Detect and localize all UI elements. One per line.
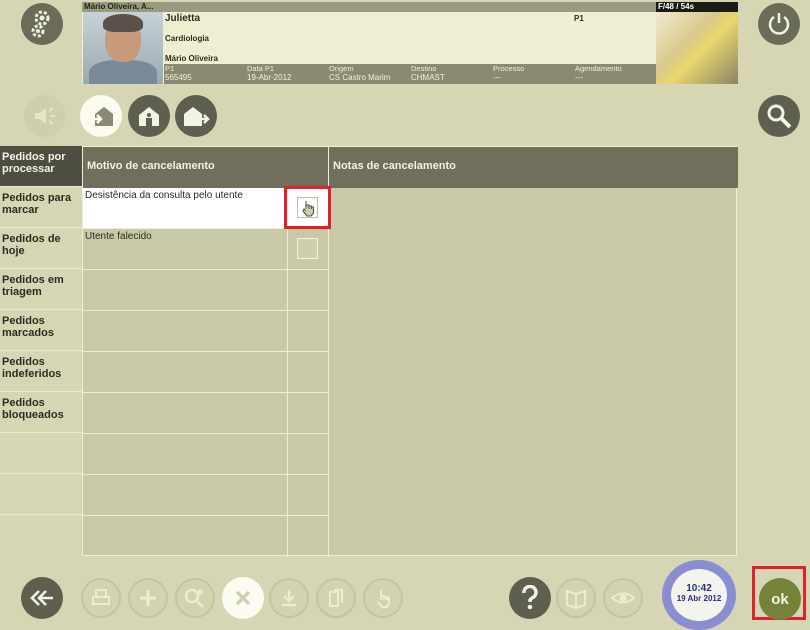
sidebar-item-today[interactable]: Pedidos de hoje xyxy=(0,228,82,269)
sidebar-item-rejected[interactable]: Pedidos indeferidos xyxy=(0,351,82,392)
cancellation-panel: Motivo de cancelamento Notas de cancelam… xyxy=(82,146,738,557)
sidebar-empty xyxy=(0,515,82,556)
p1-label: P1 xyxy=(574,14,584,23)
info-process: Processo --- xyxy=(493,64,525,82)
close-icon xyxy=(235,590,251,606)
empty-row xyxy=(83,311,328,352)
download-button[interactable] xyxy=(269,578,309,618)
header-top-name: Mário Oliveira, A... xyxy=(84,2,154,11)
zoom-in-button[interactable] xyxy=(175,578,215,618)
timer-label: F/48 / 54s xyxy=(656,2,738,12)
question-icon xyxy=(522,585,538,610)
house-entry-icon xyxy=(89,107,113,126)
doctor-name: Mário Oliveira xyxy=(165,54,218,63)
plus-icon xyxy=(140,590,156,606)
patient-photo xyxy=(83,12,163,84)
copy-icon xyxy=(329,589,343,607)
sidebar-empty xyxy=(0,474,82,515)
hand-pointer-icon xyxy=(377,590,390,608)
clock-time: 10:42 xyxy=(686,583,712,594)
manual-button[interactable] xyxy=(556,578,596,618)
touch-button[interactable] xyxy=(363,578,403,618)
exit-button[interactable] xyxy=(175,95,217,137)
power-icon xyxy=(768,13,790,35)
back-button[interactable] xyxy=(21,577,63,619)
patient-header: Mário Oliveira, A... Julietta Cardiologi… xyxy=(82,2,738,84)
copy-button[interactable] xyxy=(316,578,356,618)
view-button[interactable] xyxy=(603,578,643,618)
patient-name: Julietta xyxy=(165,13,201,24)
help-button[interactable] xyxy=(509,577,551,619)
power-button[interactable] xyxy=(758,3,800,45)
reason-column-header: Motivo de cancelamento xyxy=(83,147,328,188)
double-arrow-left-icon xyxy=(30,590,53,606)
house-exit-icon xyxy=(184,107,210,126)
info-bar: P1 565495 Data P1 19-Abr-2012 Origem CS Cas… xyxy=(164,64,656,84)
book-icon xyxy=(566,589,586,609)
ok-label: ok xyxy=(771,590,789,608)
specialty: Cardiologia xyxy=(165,34,210,43)
download-icon xyxy=(282,590,296,607)
cancel-button[interactable] xyxy=(222,577,264,619)
empty-row xyxy=(83,352,328,393)
zoom-in-icon xyxy=(184,588,204,608)
speaker-icon xyxy=(35,107,55,125)
sidebar-empty xyxy=(0,433,82,474)
column-divider xyxy=(287,188,288,557)
home-button[interactable] xyxy=(128,95,170,137)
notes-column-header: Notas de cancelamento xyxy=(329,147,738,188)
search-icon xyxy=(767,104,792,129)
clock-date: 19 Abr 2012 xyxy=(676,594,722,603)
reason-row[interactable]: Utente falecido xyxy=(83,229,328,270)
info-destination: Destino CHMAST xyxy=(411,64,445,82)
entry-button[interactable] xyxy=(80,95,122,137)
settings-button[interactable] xyxy=(21,3,63,45)
empty-row xyxy=(83,475,328,516)
sidebar-item-blocked[interactable]: Pedidos bloqueados xyxy=(0,392,82,433)
search-button[interactable] xyxy=(758,95,800,137)
reason-checkbox[interactable] xyxy=(297,238,318,259)
audio-button[interactable] xyxy=(24,95,66,137)
eye-icon xyxy=(610,592,636,604)
sidebar: Pedidos por processar Pedidos para marca… xyxy=(0,146,82,556)
info-origin: Origem CS Castro Marim xyxy=(329,64,391,82)
selection-highlight xyxy=(284,186,331,229)
sidebar-item-pending[interactable]: Pedidos por processar xyxy=(0,146,82,187)
empty-row xyxy=(83,434,328,475)
reason-text: Utente falecido xyxy=(85,231,152,242)
clock-widget: 10:42 19 Abr 2012 xyxy=(662,560,736,630)
info-p1: P1 565495 xyxy=(165,64,192,82)
print-button[interactable] xyxy=(81,578,121,618)
house-icon xyxy=(139,107,159,126)
info-date: Data P1 19-Abr-2012 xyxy=(247,64,292,82)
empty-row xyxy=(83,270,328,311)
reason-text: Desistência da consulta pelo utente xyxy=(85,190,243,201)
header-top-bar xyxy=(82,2,656,12)
sidebar-item-scheduled[interactable]: Pedidos marcados xyxy=(0,310,82,351)
sidebar-item-to-schedule[interactable]: Pedidos para marcar xyxy=(0,187,82,228)
info-scheduling: Agendamento --- xyxy=(575,64,622,82)
video-thumbnail[interactable] xyxy=(656,12,738,84)
add-button[interactable] xyxy=(128,578,168,618)
empty-row xyxy=(83,393,328,434)
sidebar-item-triage[interactable]: Pedidos em triagem xyxy=(0,269,82,310)
print-icon xyxy=(92,589,110,605)
ok-button[interactable]: ok xyxy=(759,578,801,620)
gears-icon xyxy=(31,10,50,38)
